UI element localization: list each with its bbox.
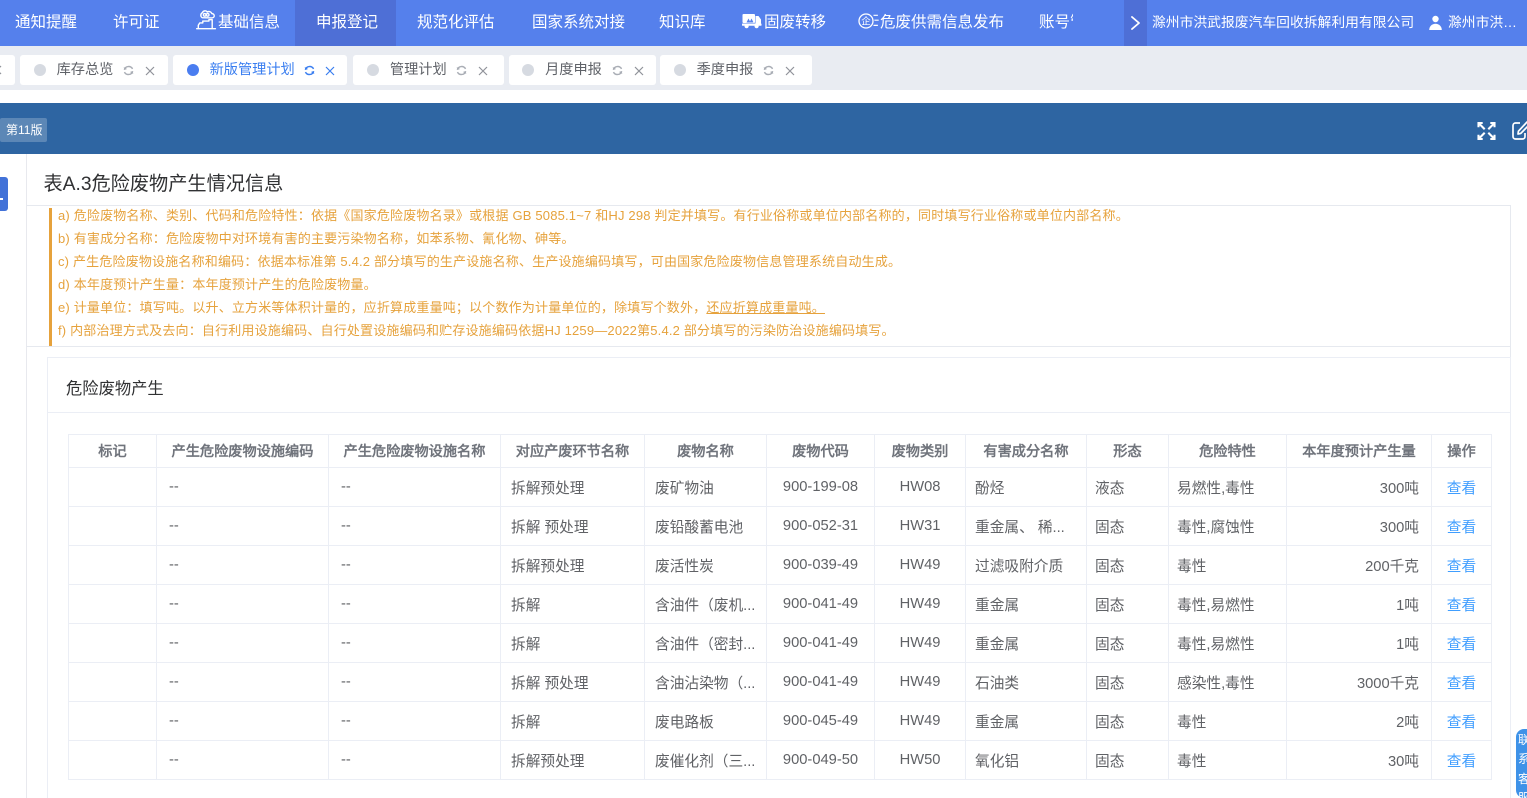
svg-text:企: 企 (861, 15, 871, 27)
